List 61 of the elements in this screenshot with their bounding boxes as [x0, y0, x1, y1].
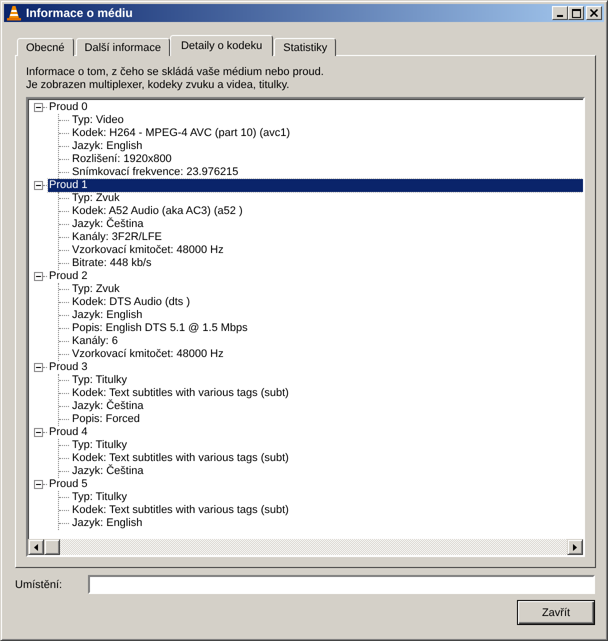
minimize-button[interactable] — [552, 6, 568, 20]
tree-item[interactable]: Snímkovací frekvence: 23.976215 — [72, 166, 238, 179]
collapse-icon[interactable] — [34, 428, 43, 437]
close-icon — [590, 9, 598, 17]
description-text: Informace o tom, z čeho se skládá vaše médium nebo proud. — [26, 66, 324, 78]
tree-item[interactable]: Proud 3 — [48, 361, 89, 374]
tree-item[interactable]: Vzorkovací kmitočet: 48000 Hz — [72, 348, 224, 361]
location-field[interactable] — [88, 575, 595, 594]
tab[interactable]: Další informace — [76, 38, 170, 56]
collapse-icon[interactable] — [34, 103, 43, 112]
tree-item[interactable]: Jazyk: English — [72, 309, 142, 322]
description-text: Je zobrazen multiplexer, kodeky zvuku a videa, titulky. — [26, 79, 290, 91]
close-button[interactable] — [586, 6, 602, 20]
right-arrow-icon — [573, 544, 577, 550]
left-arrow-icon — [34, 544, 38, 550]
window-title: Informace o médiu — [26, 6, 133, 20]
close-dialog-button[interactable]: Zavřít — [517, 600, 595, 625]
tree-item[interactable]: Popis: English DTS 5.1 @ 1.5 Mbps — [72, 322, 248, 335]
tree-item[interactable]: Kodek: H264 - MPEG-4 AVC (part 10) (avc1) — [72, 127, 290, 140]
tree-item[interactable]: Jazyk: Čeština — [72, 465, 144, 478]
tree-item[interactable]: Jazyk: English — [72, 140, 142, 153]
tree-item[interactable]: Proud 2 — [48, 270, 89, 283]
tab[interactable]: Detaily o kodeku — [170, 35, 274, 56]
tree-item[interactable]: Proud 4 — [48, 426, 89, 439]
tree-item[interactable]: Typ: Zvuk — [72, 283, 120, 296]
tree-item[interactable]: Popis: Forced — [72, 413, 140, 426]
collapse-icon[interactable] — [34, 480, 43, 489]
tab[interactable]: Statistiky — [274, 38, 336, 56]
tree-item[interactable]: Kanály: 3F2R/LFE — [72, 231, 162, 244]
tree-item[interactable]: Kodek: A52 Audio (aka AC3) (a52 ) — [72, 205, 243, 218]
tree-item[interactable]: Bitrate: 448 kb/s — [72, 257, 152, 270]
collapse-icon[interactable] — [34, 272, 43, 281]
tree-item[interactable]: Typ: Titulky — [72, 491, 128, 504]
collapse-icon[interactable] — [34, 363, 43, 372]
horizontal-scrollbar[interactable] — [28, 539, 583, 555]
tree-item[interactable]: Typ: Titulky — [72, 374, 128, 387]
tree-item[interactable]: Rozlišení: 1920x800 — [72, 153, 172, 166]
tree-item[interactable]: Proud 5 — [48, 478, 89, 491]
tab[interactable]: Obecné — [17, 38, 74, 56]
tree-item[interactable]: Proud 0 — [48, 101, 89, 114]
collapse-icon[interactable] — [34, 181, 43, 190]
tree-item[interactable]: Typ: Video — [72, 114, 124, 127]
tree-item[interactable]: Proud 1 — [48, 179, 583, 192]
location-label: Umístění: — [15, 578, 64, 590]
tree-item[interactable]: Kodek: Text subtitles with various tags (subt) — [72, 504, 289, 517]
tree-item[interactable]: Jazyk: English — [72, 517, 142, 530]
tree-item[interactable]: Kodek: Text subtitles with various tags (subt) — [72, 387, 289, 400]
maximize-icon — [572, 8, 580, 18]
tree-item[interactable]: Vzorkovací kmitočet: 48000 Hz — [72, 244, 224, 257]
tree-item[interactable]: Jazyk: Čeština — [72, 400, 144, 413]
traffic-cone-icon — [6, 5, 22, 21]
scroll-left-button[interactable] — [28, 539, 44, 555]
scroll-thumb[interactable] — [44, 539, 60, 555]
scroll-right-button[interactable] — [567, 539, 583, 555]
maximize-button[interactable] — [568, 6, 584, 20]
tree-item[interactable]: Jazyk: Čeština — [72, 218, 144, 231]
tree-item[interactable]: Kanály: 6 — [72, 335, 118, 348]
tree-item[interactable]: Typ: Titulky — [72, 439, 128, 452]
tree-item[interactable]: Kodek: DTS Audio (dts ) — [72, 296, 190, 309]
tree-item[interactable]: Typ: Zvuk — [72, 192, 120, 205]
tree-item[interactable]: Kodek: Text subtitles with various tags (subt) — [72, 452, 289, 465]
